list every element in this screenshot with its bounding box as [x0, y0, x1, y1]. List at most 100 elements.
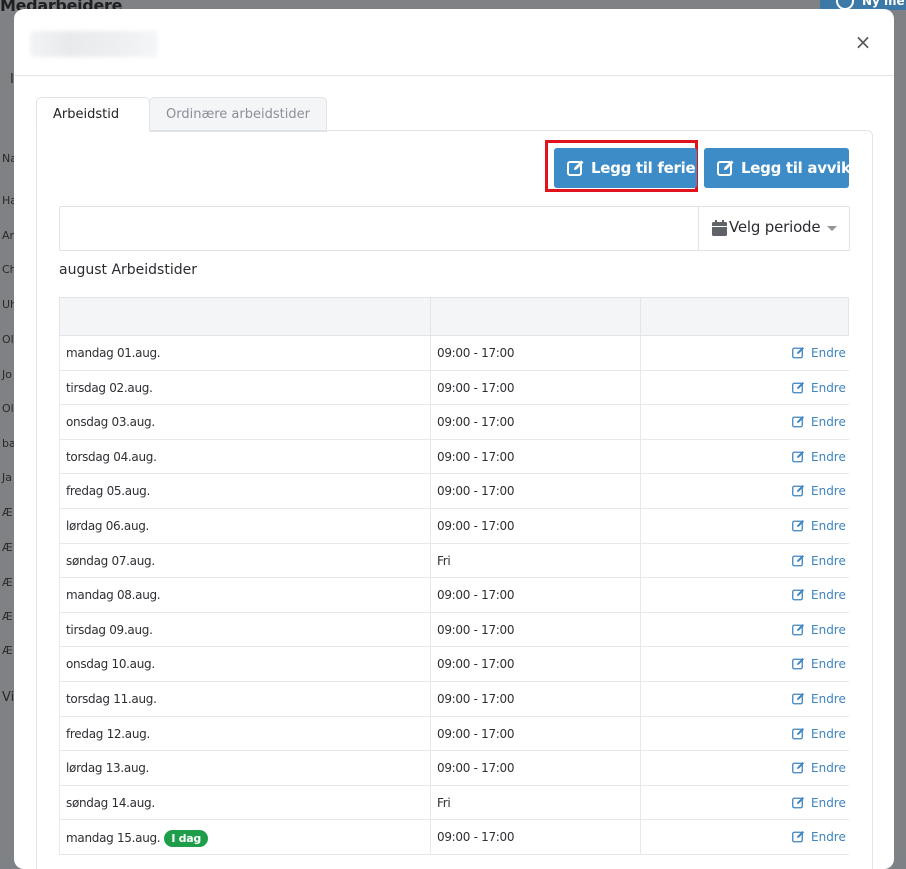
add-vacation-label: Legg til ferie [591, 159, 696, 177]
hours-cell: 09:00 - 17:00 [437, 449, 515, 464]
edit-label: Endre [811, 380, 846, 395]
day-cell: lørdag 13.aug. [66, 761, 149, 775]
period-input[interactable] [60, 207, 697, 250]
edit-label: Endre [811, 415, 846, 430]
column-divider [640, 751, 641, 785]
background-side-text: Æ [2, 644, 13, 657]
column-divider [640, 716, 641, 751]
edit-icon [792, 796, 804, 809]
edit-icon [792, 762, 804, 774]
modal-header: × [14, 9, 894, 76]
hours-cell: 09:00 - 17:00 [437, 346, 515, 360]
day-cell: søndag 14.aug. [66, 796, 155, 810]
edit-icon [792, 623, 804, 636]
hours-cell: 09:00 - 17:00 [437, 692, 515, 706]
day-label: mandag 01.aug. [66, 346, 161, 360]
table-row: torsdag 04.aug. 09:00 - 17:00 Endre [59, 439, 849, 475]
day-cell: fredag 12.aug. [66, 727, 150, 741]
hours-cell: 09:00 - 17:00 [437, 519, 515, 533]
day-cell: fredag 05.aug. [66, 484, 150, 498]
column-divider [430, 474, 431, 508]
table-row: torsdag 11.aug. 09:00 - 17:00 Endre [59, 682, 849, 717]
table-row: onsdag 03.aug. 09:00 - 17:00 Endre [59, 405, 849, 440]
edit-icon [792, 485, 804, 497]
table-row: søndag 14.aug. Fri Endre [59, 785, 849, 821]
column-divider [430, 785, 431, 820]
column-divider [430, 509, 431, 543]
column-divider [640, 543, 641, 578]
table-row: fredag 12.aug. 09:00 - 17:00 Endre [59, 716, 849, 752]
day-label: lørdag 06.aug. [66, 519, 150, 533]
table-row: mandag 08.aug. 09:00 - 17:00 Endre [59, 578, 849, 613]
day-cell: onsdag 03.aug. [66, 415, 155, 429]
column-divider [430, 578, 431, 612]
column-divider [430, 820, 431, 854]
column-divider [640, 509, 641, 543]
column-divider [430, 647, 431, 681]
section-heading: august Arbeidstider [59, 262, 197, 278]
day-cell: mandag 15.aug. I dag [66, 830, 208, 848]
edit-label: Endre [811, 346, 846, 360]
hours-cell: 09:00 - 17:00 [437, 380, 515, 395]
day-cell: onsdag 10.aug. [66, 657, 155, 671]
column-divider [640, 405, 641, 439]
day-label: mandag 15.aug. [66, 831, 161, 846]
hours-cell: Fri [437, 553, 451, 568]
background-side-text: Jo [2, 368, 12, 381]
background-new-button-label: Ny me [862, 0, 905, 8]
column-divider [640, 820, 641, 854]
hours-cell: 09:00 - 17:00 [437, 761, 515, 776]
hours-cell: Fri [437, 795, 451, 810]
column-divider [430, 716, 431, 751]
day-label: søndag 07.aug. [66, 553, 155, 568]
day-cell: tirsdag 09.aug. [66, 623, 153, 637]
edit-label: Endre [811, 449, 846, 464]
column-divider [430, 612, 431, 647]
edit-icon [792, 554, 804, 566]
edit-icon [717, 160, 734, 176]
edit-label: Endre [811, 726, 846, 741]
table-row: tirsdag 02.aug. 09:00 - 17:00 Endre [59, 370, 849, 406]
column-divider [430, 405, 431, 439]
table-row: lørdag 13.aug. 09:00 - 17:00 Endre [59, 751, 849, 786]
edit-label: Endre [811, 484, 846, 499]
today-badge: I dag [164, 830, 208, 848]
header-divider [640, 298, 641, 336]
column-divider [640, 439, 641, 474]
day-label: torsdag 11.aug. [66, 692, 157, 706]
edit-label: Endre [811, 761, 846, 776]
add-deviation-label: Legg til avvik [741, 159, 851, 177]
blurred-employee-name [30, 31, 158, 57]
tab-arbeidstid[interactable]: Arbeidstid [36, 97, 150, 132]
background-side-text: Ol [2, 402, 14, 415]
column-divider [640, 370, 641, 405]
add-vacation-button[interactable]: Legg til ferie [554, 148, 697, 188]
select-period-label: Velg periode [729, 218, 821, 236]
hours-cell: 09:00 - 17:00 [437, 830, 515, 845]
add-deviation-button[interactable]: Legg til avvik [704, 148, 851, 188]
background-side-text: Ol [2, 333, 14, 346]
day-cell: torsdag 11.aug. [66, 692, 157, 706]
column-divider [430, 543, 431, 578]
background-side-text: Æ [2, 541, 13, 554]
day-cell: torsdag 04.aug. [66, 450, 157, 464]
column-divider [640, 336, 641, 370]
edit-icon [792, 347, 804, 359]
hours-cell: 09:00 - 17:00 [437, 588, 515, 603]
day-label: tirsdag 09.aug. [66, 622, 153, 637]
background-side-text: Æ [2, 610, 13, 623]
period-bar: Velg periode [59, 206, 850, 251]
edit-label: Endre [811, 519, 846, 533]
background-side-text: Ja [2, 471, 12, 484]
edit-icon [792, 416, 804, 428]
tab-panel: Legg til ferie Legg til avvik Velg perio… [36, 130, 873, 869]
edit-icon [567, 160, 584, 176]
table-row: onsdag 10.aug. 09:00 - 17:00 Endre [59, 647, 849, 682]
day-label: onsdag 10.aug. [66, 657, 155, 672]
select-period-dropdown[interactable]: Velg periode [698, 207, 850, 250]
day-cell: lørdag 06.aug. [66, 519, 149, 533]
column-divider [430, 336, 431, 370]
close-button[interactable]: × [852, 31, 874, 53]
tab-ordinaere-arbeidstider[interactable]: Ordinære arbeidstider [149, 97, 327, 132]
edit-icon [792, 381, 804, 393]
